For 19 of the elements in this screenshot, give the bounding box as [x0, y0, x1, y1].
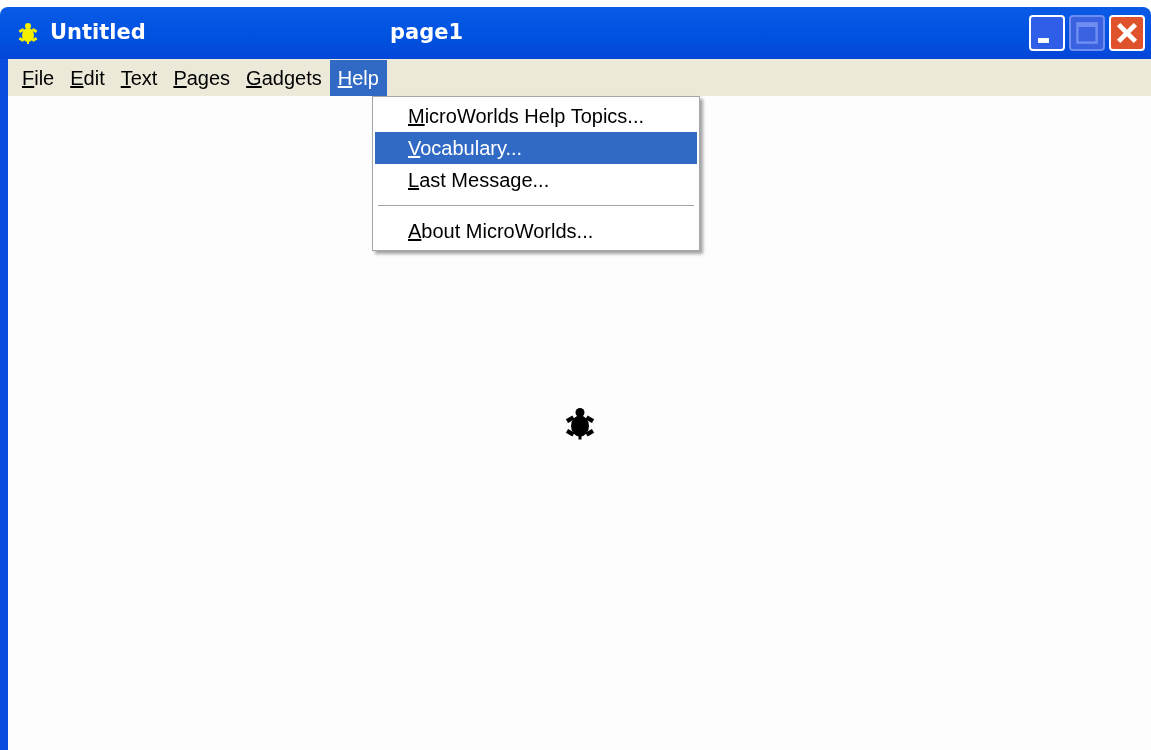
menu-option[interactable]: MicroWorlds Help Topics... [375, 100, 697, 132]
menu-item[interactable]: Pages [165, 60, 239, 96]
minimize-icon [1037, 37, 1049, 43]
menu-item[interactable]: Help [329, 60, 387, 96]
maximize-icon [1075, 21, 1099, 45]
menu-option[interactable]: Vocabulary... [375, 132, 697, 164]
menu-item[interactable]: Gadgets [238, 60, 330, 96]
close-button[interactable] [1109, 15, 1145, 51]
menu-option[interactable]: About MicroWorlds... [375, 215, 697, 247]
window-title: Untitled [50, 19, 147, 47]
turtle-icon [18, 22, 38, 44]
minimize-button[interactable] [1029, 15, 1065, 51]
menu-item[interactable]: File [14, 60, 63, 96]
menu-option[interactable]: Last Message... [375, 164, 697, 196]
menu-item[interactable]: Text [112, 60, 166, 96]
turtle-icon [564, 405, 595, 441]
close-icon [1115, 21, 1139, 45]
page-title: page1 [390, 19, 464, 47]
menu-item[interactable]: Edit [62, 60, 113, 96]
